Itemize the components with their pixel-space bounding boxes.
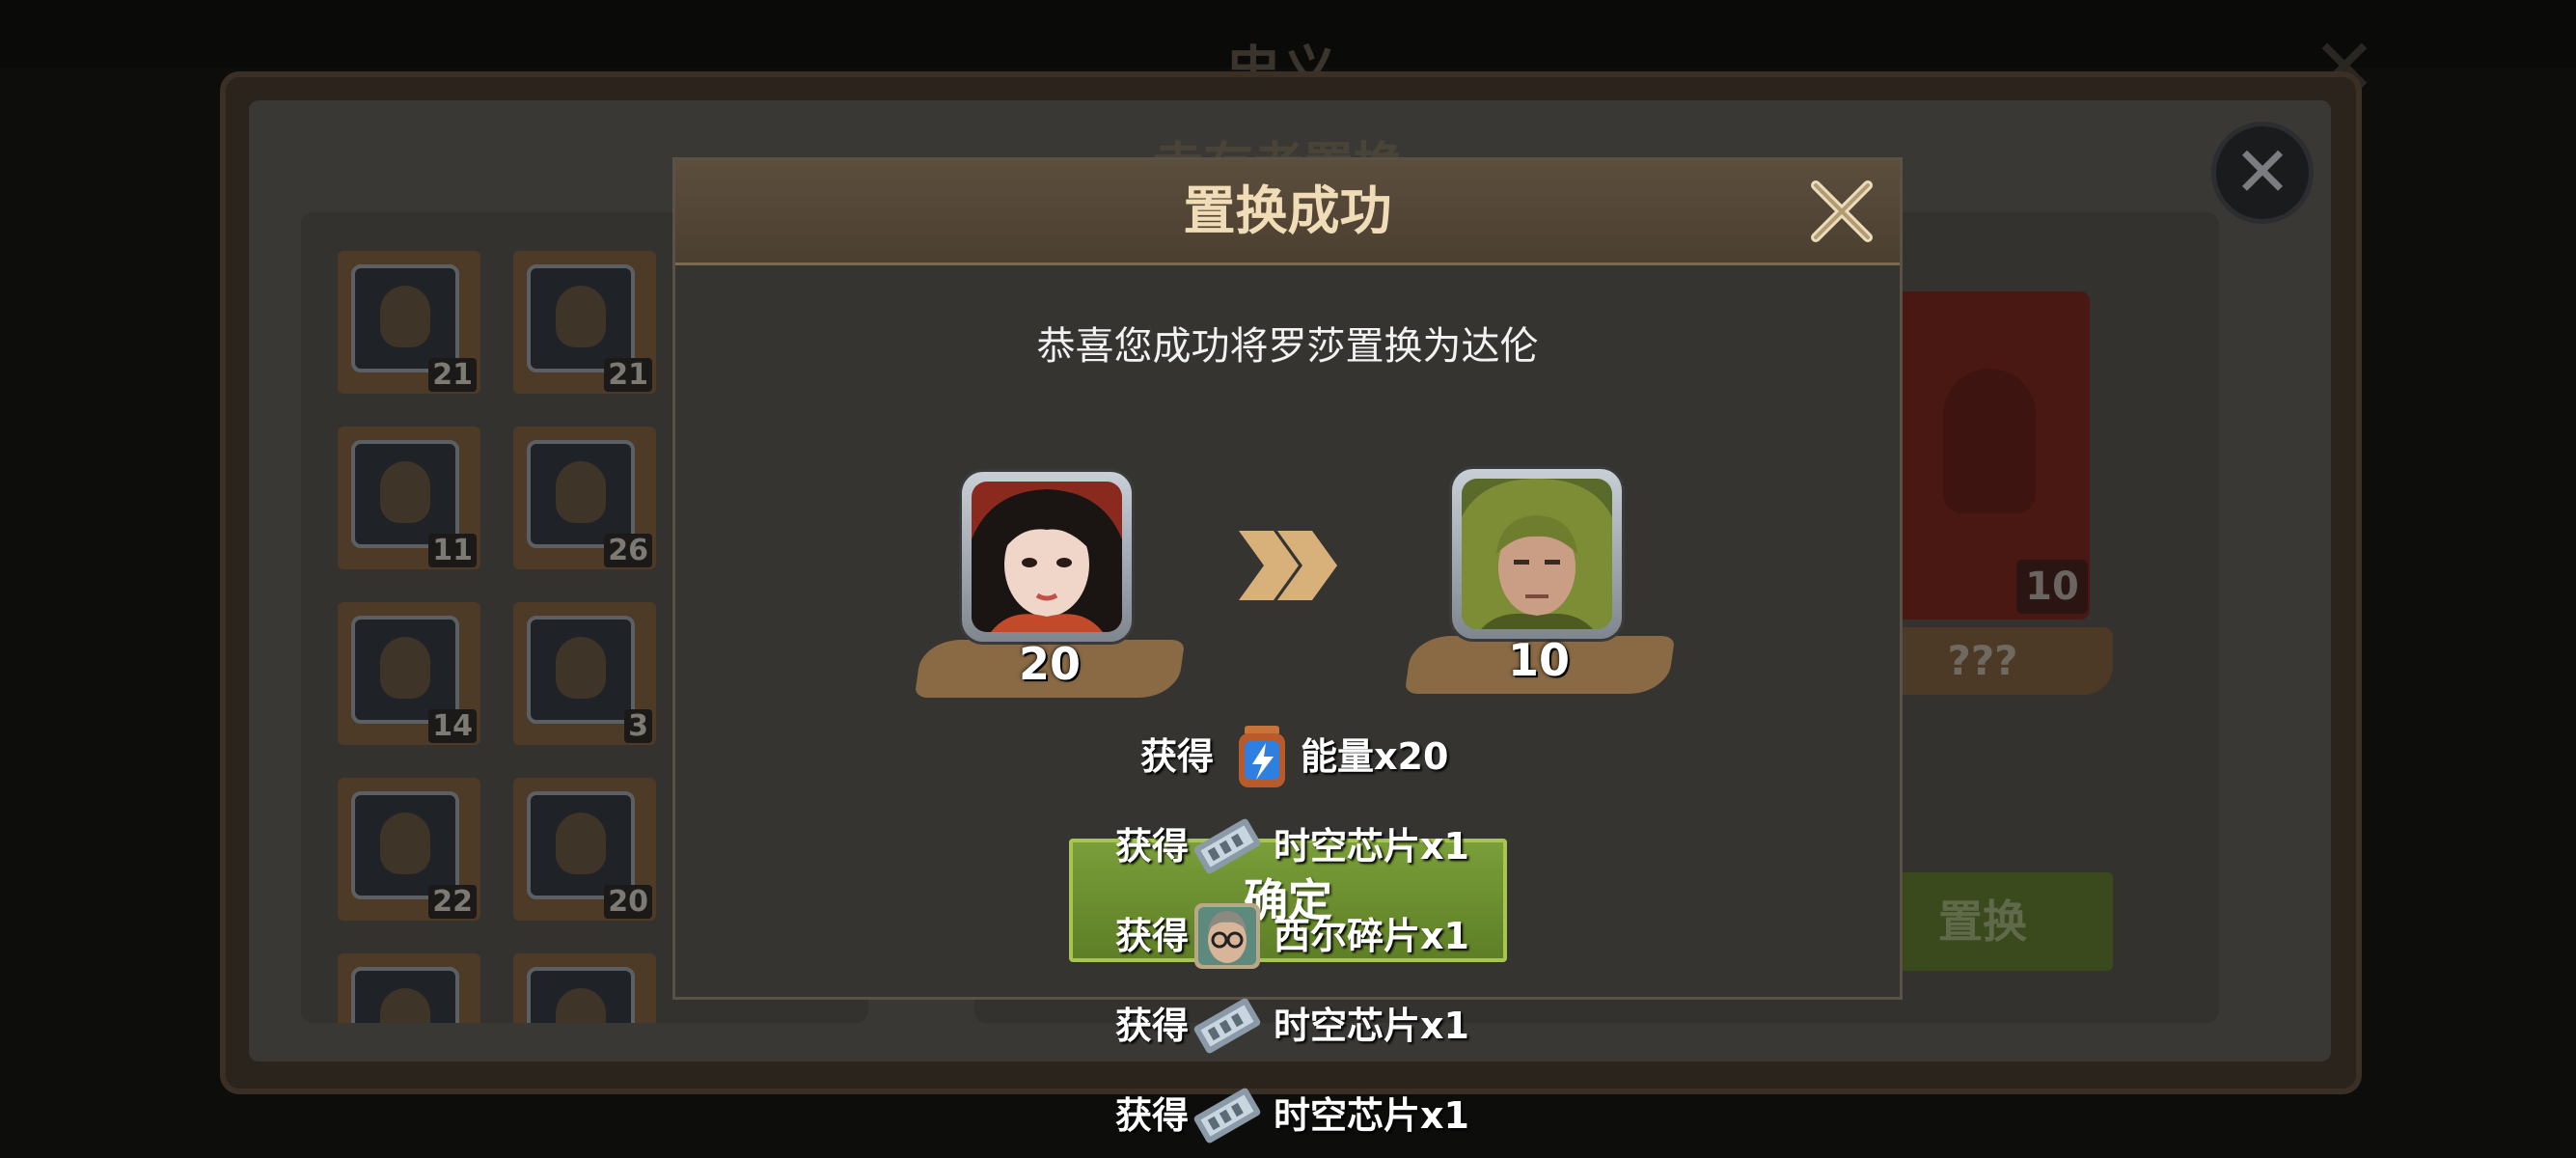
reward-prefix: 获得 — [1115, 915, 1190, 957]
hero-portrait — [351, 616, 459, 724]
dialog-close-icon[interactable] — [1810, 179, 1874, 243]
hero-card[interactable]: 14 — [338, 602, 480, 745]
hero-level: 22 — [428, 885, 477, 919]
dialog-title: 置换成功 — [1183, 180, 1392, 241]
reward-name: 时空芯片x1 — [1274, 1005, 1469, 1047]
hero-portrait — [527, 264, 635, 372]
hero-card[interactable]: 3 — [513, 602, 656, 745]
hero-level: 21 — [428, 358, 477, 392]
hero-card[interactable]: 21 — [513, 251, 656, 394]
reward-row: 获得 时空芯片x1 — [1113, 808, 1499, 885]
spacetime-chip-icon — [1192, 812, 1262, 881]
from-hero-portrait — [962, 472, 1132, 642]
hero-card[interactable] — [338, 953, 480, 1023]
hero-portrait — [351, 791, 459, 899]
hero-portrait — [527, 616, 635, 724]
reward-name: 西尔碎片x1 — [1274, 915, 1469, 957]
success-message: 恭喜您成功将罗莎置换为达伦 — [1036, 324, 1539, 369]
hero-level: 3 — [624, 709, 652, 743]
spacetime-chip-icon — [1192, 991, 1262, 1061]
reward-row: 获得 西尔碎片x1 — [1113, 897, 1499, 975]
hero-level: 11 — [428, 534, 477, 567]
reward-row: 获得 能量x20 — [1138, 718, 1466, 795]
energy-battery-icon — [1227, 722, 1297, 791]
hero-portrait — [527, 967, 635, 1023]
hero-portrait — [351, 264, 459, 372]
hero-portrait — [527, 791, 635, 899]
hero-level: 20 — [604, 885, 652, 919]
reward-prefix: 获得 — [1115, 1005, 1190, 1047]
hero-portrait — [351, 440, 459, 548]
spacetime-chip-icon — [1192, 1081, 1262, 1150]
darren-portrait-image — [1462, 479, 1612, 629]
reward-name: 时空芯片x1 — [1274, 1094, 1469, 1137]
target-hero-level: 10 — [2016, 560, 2088, 614]
hero-card[interactable] — [513, 953, 656, 1023]
rosa-portrait-image — [972, 482, 1122, 632]
hero-card[interactable]: 20 — [513, 778, 656, 921]
reward-name: 能量x20 — [1301, 735, 1449, 778]
hero-level: 21 — [604, 358, 652, 392]
from-hero-level: 20 — [1018, 638, 1081, 690]
reward-name: 时空芯片x1 — [1274, 825, 1469, 868]
hero-level: 14 — [428, 709, 477, 743]
reward-prefix: 获得 — [1140, 735, 1215, 778]
hero-card[interactable]: 21 — [338, 251, 480, 394]
hero-card[interactable]: 26 — [513, 427, 656, 569]
reward-prefix: 获得 — [1115, 1094, 1190, 1137]
double-chevron-right-icon — [1235, 527, 1341, 604]
reward-prefix: 获得 — [1115, 825, 1190, 868]
hero-portrait — [527, 440, 635, 548]
reward-row: 获得 时空芯片x1 — [1113, 1077, 1499, 1154]
hero-portrait — [351, 967, 459, 1023]
to-hero-portrait — [1452, 469, 1622, 639]
hero-card[interactable]: 22 — [338, 778, 480, 921]
hero-level: 26 — [604, 534, 652, 567]
panel-close-button[interactable]: ✕ — [2211, 122, 2314, 224]
hero-fragment-icon — [1192, 901, 1262, 971]
hero-card[interactable]: 11 — [338, 427, 480, 569]
to-hero-level: 10 — [1507, 634, 1570, 686]
reward-row: 获得 时空芯片x1 — [1113, 987, 1499, 1064]
